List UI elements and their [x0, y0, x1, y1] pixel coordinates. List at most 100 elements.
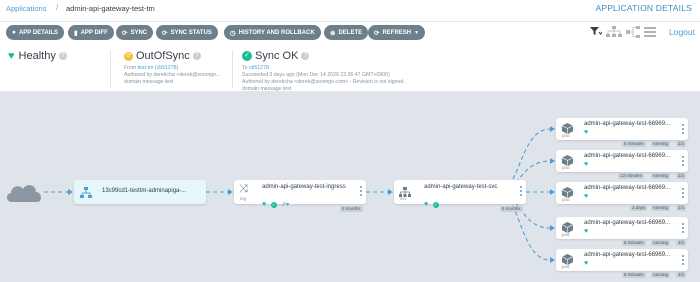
heart-icon: ♥: [8, 50, 15, 62]
app-node-name: 13c99cd1-testtm-adminapiga-...: [102, 188, 187, 194]
pod-status-badge: running: [651, 272, 671, 278]
app-node[interactable]: 13c99cd1-testtm-adminapiga-...: [74, 180, 206, 204]
ingress-node[interactable]: ⤨ ing admin-api-gateway-test-ingress ♥ ✓…: [234, 180, 366, 208]
divider: [110, 50, 111, 88]
history-label: HISTORY AND ROLLBACK: [238, 29, 315, 36]
kebab-menu-icon[interactable]: [682, 156, 684, 166]
health-title: Healthy: [18, 50, 56, 62]
pod-name: admin-api-gateway-test-66969...: [584, 153, 671, 159]
pod-node[interactable]: pod admin-api-gateway-test-66969... ♥: [556, 182, 688, 204]
from-revision-link[interactable]: (cb51278): [155, 65, 178, 71]
refresh-label: REFRESH: [382, 29, 412, 36]
status-strip: ♥ Healthy? ⟳ OutOfSync? From test-tm (cb51…: [0, 44, 700, 92]
to-revision-link[interactable]: cb51278: [249, 65, 269, 71]
pod-ready-badge: 1/1: [676, 141, 687, 147]
pod-kind: pod: [562, 232, 570, 237]
sync-button[interactable]: ⟳ SYNC: [116, 25, 154, 40]
check-circle-icon: ✓: [242, 51, 252, 61]
from-label: From: [124, 65, 137, 71]
pod-status-badge: running: [651, 173, 671, 179]
delete-icon: ⊗: [330, 29, 336, 37]
kebab-menu-icon[interactable]: [682, 188, 684, 198]
heart-icon: ♥: [584, 129, 589, 136]
list-view-icon[interactable]: [644, 26, 656, 40]
breadcrumb-applications-link[interactable]: Applications: [6, 4, 46, 13]
pod-kind: pod: [562, 264, 570, 269]
last-sync-authored: Authored by derekcha <derek@soomgo.com> …: [242, 79, 405, 85]
info-icon: ●: [12, 29, 16, 36]
history-rollback-button[interactable]: ◷ HISTORY AND ROLLBACK: [224, 25, 321, 40]
sync-state-title: OutOfSync: [136, 50, 190, 62]
delete-button[interactable]: ⊗ DELETE: [324, 25, 369, 40]
heart-icon: ♥: [584, 260, 589, 267]
pod-ready-badge: 1/1: [676, 240, 687, 246]
filter-icon[interactable]: [590, 26, 603, 38]
pod-kind: pod: [562, 197, 570, 202]
tree-view-icon[interactable]: [606, 26, 622, 40]
top-bar: Applications / admin-api-gateway-test-tm…: [0, 0, 700, 22]
pod-status-badge: running: [651, 240, 671, 246]
heart-icon: ♥: [424, 201, 429, 208]
ingress-kind: ing: [240, 196, 247, 201]
pod-node[interactable]: pod admin-api-gateway-test-66969... ♥: [556, 217, 688, 239]
refresh-button[interactable]: ⟳ REFRESH ▼: [368, 25, 426, 40]
delete-label: DELETE: [338, 29, 363, 36]
sync-status-button[interactable]: ⟳ SYNC STATUS: [156, 25, 218, 40]
refresh-icon: ⟳: [374, 29, 380, 37]
service-kind: svc: [400, 196, 407, 201]
app-diff-button[interactable]: ▮ APP DIFF: [68, 25, 114, 40]
kebab-menu-icon[interactable]: [520, 186, 522, 196]
heart-icon: ♥: [584, 193, 589, 200]
app-details-button[interactable]: ● APP DETAILS: [6, 25, 65, 40]
help-icon[interactable]: ?: [192, 52, 201, 60]
pod-ready-badge: 1/1: [676, 173, 687, 179]
pod-ready-badge: 1/1: [676, 205, 687, 211]
pod-age-badge: 3 days: [630, 205, 648, 211]
breadcrumb-app-name: admin-api-gateway-test-tm: [66, 4, 155, 13]
pod-name: admin-api-gateway-test-66969...: [584, 185, 671, 191]
sync-status-icon: ⟳: [162, 29, 168, 37]
service-node[interactable]: svc admin-api-gateway-test-svc ♥ ✓: [394, 180, 526, 208]
pod-name: admin-api-gateway-test-66969...: [584, 220, 671, 226]
kebab-menu-icon[interactable]: [682, 223, 684, 233]
app-diff-label: APP DIFF: [80, 29, 108, 36]
sync-message: domain message test: [124, 79, 174, 85]
pod-kind: pod: [562, 133, 570, 138]
pod-age-badge: 6 minutes: [622, 141, 646, 147]
kebab-menu-icon[interactable]: [682, 124, 684, 134]
sync-authored: Authored by derekcha <derek@soomgo...: [124, 72, 221, 78]
resource-graph: 13c99cd1-testtm-adminapiga-... ⤨ ing adm…: [0, 92, 700, 282]
cloud-icon: [4, 180, 44, 209]
last-sync-title: Sync OK: [255, 50, 299, 62]
shuffle-icon: ⤨: [239, 183, 248, 195]
last-sync-succeeded: Succeeded 3 days ago (Mon Dec 14 2020 22…: [242, 72, 390, 78]
divider: [232, 50, 233, 88]
from-branch-link[interactable]: test-tm: [138, 65, 154, 71]
kebab-menu-icon[interactable]: [360, 186, 362, 196]
sync-state-panel: ⟳ OutOfSync? From test-tm (cb51278) Autho…: [124, 50, 220, 86]
pod-age-badge: 13 minutes: [618, 173, 645, 179]
heart-icon: ♥: [262, 201, 267, 208]
pod-age-badge: 6 minutes: [622, 272, 646, 278]
pod-node[interactable]: pod admin-api-gateway-test-66969... ♥: [556, 118, 688, 140]
network-view-icon[interactable]: [626, 26, 640, 40]
pod-node[interactable]: pod admin-api-gateway-test-66969... ♥: [556, 150, 688, 172]
heart-icon: ♥: [584, 228, 589, 235]
breadcrumb-separator: /: [56, 3, 59, 12]
help-icon[interactable]: ?: [58, 52, 67, 60]
application-icon: [80, 186, 92, 204]
sync-status-label: SYNC STATUS: [170, 29, 212, 36]
pod-name: admin-api-gateway-test-66969...: [584, 121, 671, 127]
ingress-name: admin-api-gateway-test-ingress: [262, 184, 346, 190]
pod-status-badge: running: [651, 205, 671, 211]
help-icon[interactable]: ?: [301, 52, 310, 60]
service-age-badge: 6 months: [500, 206, 523, 212]
pod-ready-badge: 1/1: [676, 272, 687, 278]
file-icon: ▮: [74, 29, 78, 37]
pod-node[interactable]: pod admin-api-gateway-test-66969... ♥: [556, 249, 688, 271]
pod-status-badge: running: [651, 141, 671, 147]
kebab-menu-icon[interactable]: [682, 255, 684, 265]
logout-link[interactable]: Logout: [669, 27, 695, 37]
external-link-icon[interactable]: ⇗▾: [281, 202, 289, 208]
page-title: APPLICATION DETAILS: [595, 3, 692, 13]
